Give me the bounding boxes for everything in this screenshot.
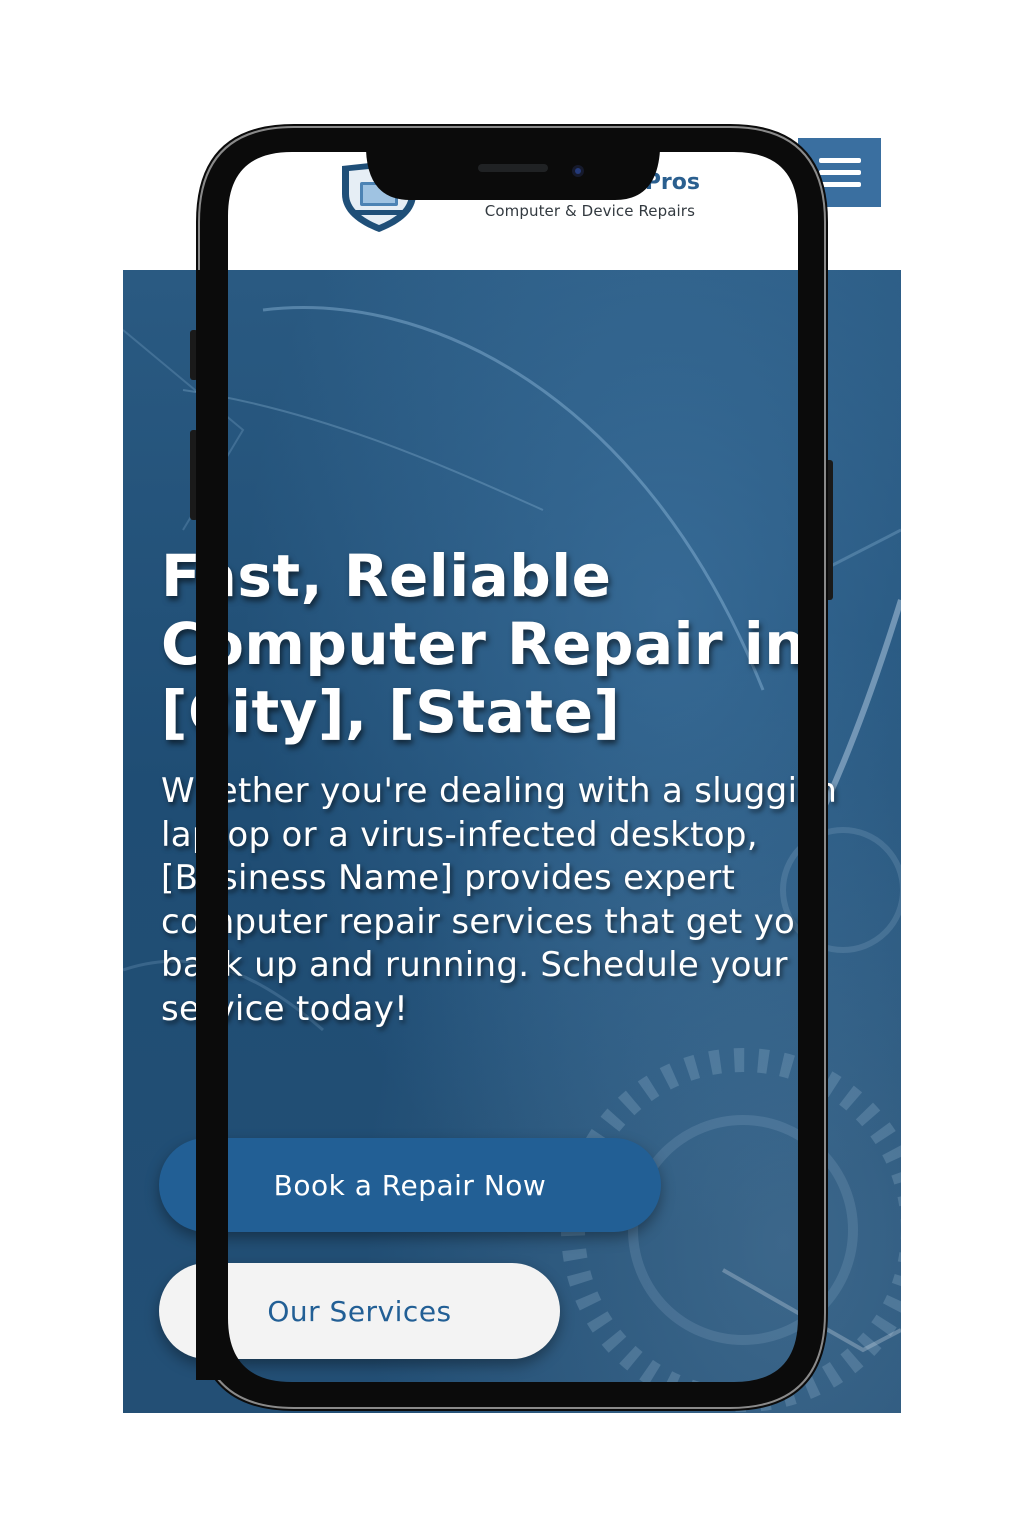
shield-laptop-icon[interactable] <box>336 160 422 234</box>
hamburger-menu-icon <box>818 170 861 175</box>
hero-title: Fast, Reliable Computer Repair in [City]… <box>161 542 807 746</box>
brand-tagline: Computer & Device Repairs <box>484 202 695 220</box>
our-services-button[interactable]: Our Services <box>159 1263 560 1359</box>
book-repair-button[interactable]: Book a Repair Now <box>159 1138 661 1232</box>
brand-name: Pros <box>644 170 700 195</box>
hero-description: Whether you're dealing with a sluggish l… <box>161 771 838 1029</box>
hamburger-menu-icon <box>818 158 861 163</box>
site-header <box>123 120 901 270</box>
hero-section: Fast, Reliable Computer Repair in [City]… <box>123 270 901 1413</box>
hamburger-menu-icon <box>818 182 861 187</box>
menu-button[interactable] <box>798 138 881 207</box>
